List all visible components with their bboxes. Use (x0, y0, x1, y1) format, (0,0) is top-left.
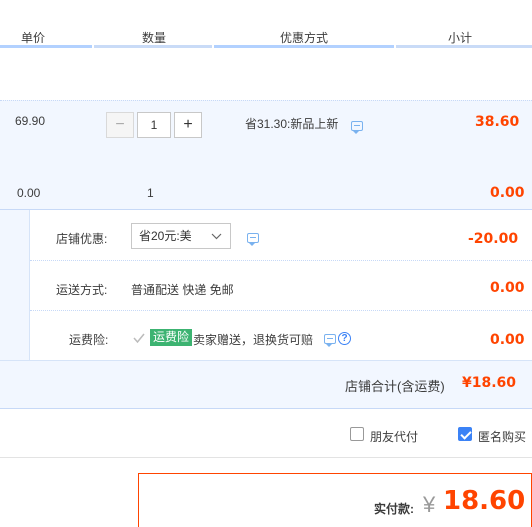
header-discount: 优惠方式 (280, 31, 329, 45)
chat-icon[interactable] (324, 334, 336, 347)
header-underline (396, 45, 532, 48)
header-underline (214, 45, 394, 48)
chevron-down-icon (211, 233, 222, 240)
order-options: 朋友代付 匿名购买 (0, 410, 532, 458)
shop-total-amount: ¥18.60 (462, 375, 517, 391)
table-header: 单价 数量 优惠方式 小计 (0, 0, 532, 48)
header-quantity: 数量 (142, 31, 167, 45)
item-discount-text: 省31.30:新品上新 (245, 117, 339, 131)
shipping-value: 普通配送 快递 免邮 (131, 283, 234, 297)
shipping-label: 运送方式: (56, 283, 108, 297)
item-unit-price: 69.90 (15, 114, 46, 128)
header-subtotal: 小计 (448, 31, 473, 45)
header-price: 单价 (21, 31, 46, 45)
shop-summary: 店铺优惠: 省20元:美 -20.00 运送方式: 普通配送 快递 免邮 0.0… (0, 209, 532, 409)
insurance-text: 卖家赠送，退换货可赔 (193, 333, 314, 347)
shop-discount-selected: 省20元:美 (139, 229, 192, 243)
currency-symbol: ¥ (423, 492, 436, 517)
anonymous-checkbox[interactable] (458, 427, 472, 441)
shop-discount-select[interactable]: 省20元:美 (131, 223, 231, 249)
shop-total-label: 店铺合计(含运费) (345, 379, 445, 394)
plus-icon: + (183, 116, 193, 133)
insurance-label: 运费险: (69, 333, 109, 347)
quantity-input[interactable]: 1 (137, 112, 171, 138)
extra-row-quantity: 1 (147, 186, 154, 200)
item-subtotal: 38.60 (475, 114, 520, 130)
shop-discount-amount: -20.00 (468, 231, 519, 247)
checkbox-icon[interactable] (132, 332, 146, 344)
quantity-increment-button[interactable]: + (174, 112, 202, 138)
insurance-badge: 运费险 (150, 329, 193, 346)
shop-discount-label: 店铺优惠: (56, 232, 108, 246)
chat-icon[interactable] (351, 121, 363, 134)
header-underline (94, 45, 212, 48)
extra-row-price: 0.00 (17, 186, 41, 200)
friend-pay-checkbox[interactable] (350, 427, 364, 441)
payment-label: 实付款: (374, 502, 414, 516)
minus-icon: − (115, 116, 125, 133)
extra-row-subtotal: 0.00 (490, 185, 525, 201)
divider (0, 360, 532, 361)
help-icon[interactable]: ? (338, 332, 351, 345)
divider (30, 260, 532, 261)
friend-pay-label: 朋友代付 (370, 430, 419, 444)
item-row: 69.90 − 1 + 省31.30:新品上新 38.60 0.00 1 0.0… (0, 100, 532, 210)
header-underline (0, 45, 92, 48)
shipping-amount: 0.00 (490, 280, 525, 296)
chat-icon[interactable] (247, 233, 259, 246)
quantity-decrement-button[interactable]: − (106, 112, 134, 138)
insurance-amount: 0.00 (490, 332, 525, 348)
payment-box: 实付款: ¥ 18.60 (138, 473, 532, 527)
anonymous-label: 匿名购买 (478, 430, 527, 444)
payment-amount: 18.60 (443, 486, 526, 516)
divider (30, 310, 532, 311)
divider (29, 210, 30, 360)
